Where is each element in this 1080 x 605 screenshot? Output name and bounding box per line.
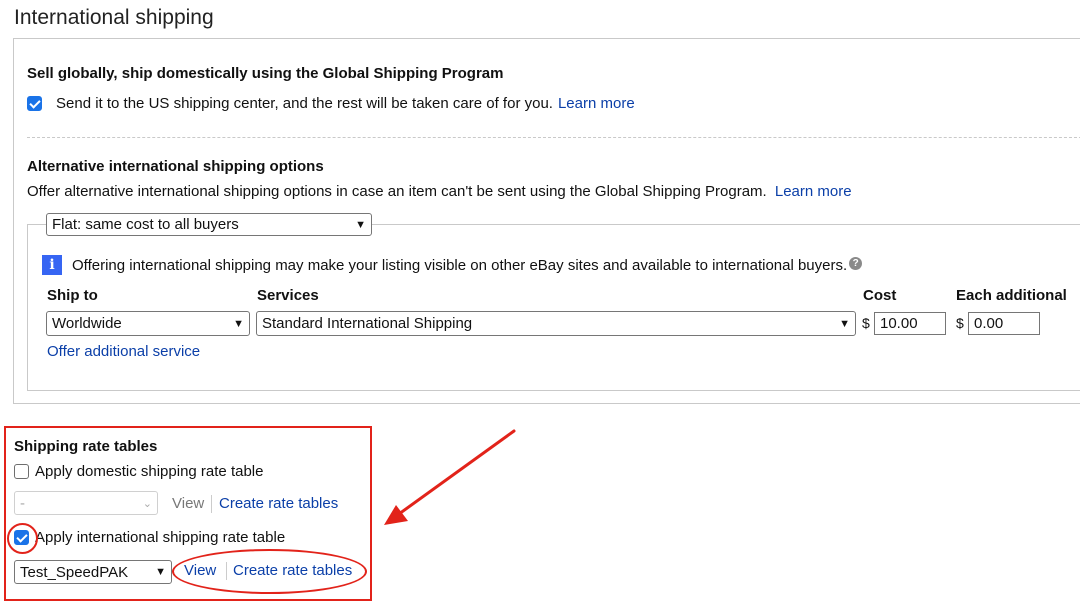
- domestic-rate-checkbox[interactable]: [14, 464, 29, 479]
- rate-tables-title: Shipping rate tables: [14, 438, 158, 455]
- alt-options-panel: [27, 224, 1080, 391]
- cost-currency: $: [862, 315, 870, 331]
- ship-to-select[interactable]: Worldwide ▼: [46, 311, 250, 336]
- chevron-down-icon: ▼: [355, 218, 366, 231]
- international-rate-row: Apply international shipping rate table: [14, 529, 285, 546]
- info-icon: i: [42, 255, 62, 275]
- ship-to-value: Worldwide: [52, 315, 122, 332]
- international-rate-label: Apply international shipping rate table: [35, 529, 286, 546]
- domestic-rate-row: Apply domestic shipping rate table: [14, 463, 263, 480]
- domestic-create-rate-tables-link[interactable]: Create rate tables: [219, 495, 338, 512]
- chevron-down-icon: ▼: [233, 317, 244, 330]
- annotation-arrow-icon: [384, 429, 516, 525]
- alt-options-description: Offer alternative international shipping…: [27, 183, 852, 200]
- section-title: International shipping: [14, 6, 214, 29]
- each-additional-currency: $: [956, 315, 964, 331]
- gsp-row: Send it to the US shipping center, and t…: [27, 95, 635, 112]
- chevron-down-icon: ▼: [155, 566, 166, 578]
- header-ship-to: Ship to: [47, 287, 98, 304]
- header-each-additional: Each additional: [956, 287, 1067, 304]
- international-rate-select[interactable]: Test_SpeedPAK ▼: [14, 560, 172, 584]
- cost-input[interactable]: 10.00: [874, 312, 946, 335]
- chevron-down-icon: ⌄: [142, 497, 152, 510]
- help-icon[interactable]: ?: [849, 256, 863, 270]
- domestic-rate-value: -: [20, 494, 25, 512]
- separator: [211, 495, 212, 513]
- gsp-learn-more-link[interactable]: Learn more: [558, 95, 635, 112]
- header-services: Services: [257, 287, 319, 304]
- info-text: Offering international shipping may make…: [72, 256, 848, 274]
- header-cost: Cost: [863, 287, 897, 304]
- divider: [27, 137, 1080, 138]
- chevron-down-icon: ▼: [839, 317, 850, 330]
- cost-type-value: Flat: same cost to all buyers: [52, 216, 239, 233]
- checkbox-highlight-circle: [7, 523, 38, 554]
- domestic-rate-label: Apply domestic shipping rate table: [35, 463, 264, 480]
- links-highlight-oval: [172, 549, 367, 594]
- info-message: i Offering international shipping may ma…: [42, 255, 863, 275]
- offer-additional-service-link[interactable]: Offer additional service: [47, 343, 200, 360]
- gsp-checkbox[interactable]: [27, 96, 42, 111]
- service-select[interactable]: Standard International Shipping ▼: [256, 311, 856, 336]
- alt-learn-more-link[interactable]: Learn more: [775, 183, 852, 200]
- cost-type-select[interactable]: Flat: same cost to all buyers ▼: [46, 213, 372, 236]
- service-value: Standard International Shipping: [262, 315, 473, 332]
- alt-options-description-text: Offer alternative international shipping…: [27, 183, 767, 200]
- domestic-view-link: View: [172, 495, 205, 512]
- international-rate-value: Test_SpeedPAK: [20, 563, 129, 581]
- gsp-checkbox-label: Send it to the US shipping center, and t…: [56, 95, 553, 112]
- each-additional-input[interactable]: 0.00: [968, 312, 1040, 335]
- alt-options-title: Alternative international shipping optio…: [27, 158, 324, 175]
- domestic-rate-select: - ⌄: [14, 491, 158, 515]
- gsp-title: Sell globally, ship domestically using t…: [27, 65, 504, 82]
